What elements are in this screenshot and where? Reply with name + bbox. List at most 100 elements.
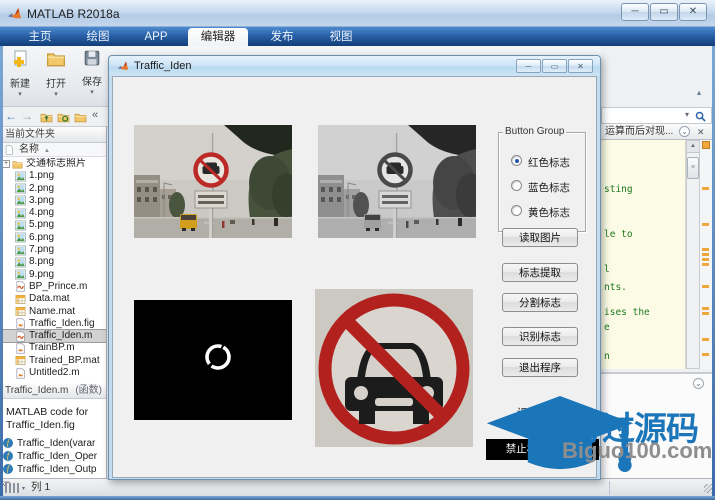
list-item[interactable]: Untitled2.m xyxy=(0,367,106,379)
analyzer-marker[interactable] xyxy=(702,285,709,288)
analyzer-marker[interactable] xyxy=(702,312,709,315)
radio-icon[interactable] xyxy=(511,180,522,191)
list-item[interactable]: Name.mat xyxy=(0,306,106,318)
analyzer-marker[interactable] xyxy=(702,307,709,310)
list-item[interactable]: BP_Prince.m xyxy=(0,281,106,293)
list-item[interactable]: + 交通标志照片 xyxy=(0,158,106,170)
segment-sign-button[interactable]: 分割标志 xyxy=(502,293,578,312)
command-panel[interactable]: ⌄ xyxy=(601,372,712,478)
function-list-item[interactable]: f Traffic_Iden_Oper xyxy=(0,450,106,463)
image-file-icon xyxy=(15,220,26,231)
tab-view[interactable]: 视图 xyxy=(316,28,366,46)
list-item[interactable]: Traffic_Iden.fig xyxy=(0,318,106,330)
list-item[interactable]: 9.png xyxy=(0,269,106,281)
tab-publish[interactable]: 发布 xyxy=(254,28,310,46)
back-icon[interactable]: ← xyxy=(5,109,17,123)
statusbar: ▾ 行 1 列 1 xyxy=(0,478,715,496)
save-disk-icon xyxy=(84,50,100,66)
list-item[interactable]: 4.png xyxy=(0,207,106,219)
tab-plots[interactable]: 绘图 xyxy=(72,28,124,46)
dialog-maximize-button[interactable]: ▭ xyxy=(542,59,567,73)
list-item[interactable]: Trained_BP.mat xyxy=(0,355,106,367)
expand-icon[interactable]: + xyxy=(2,160,10,168)
list-item[interactable]: 7.png xyxy=(0,244,106,256)
editor-scrollbar[interactable]: ▲ ≡ xyxy=(686,140,700,369)
panel-menu-icon[interactable]: ⌄ xyxy=(693,378,704,389)
cursor-position: 行 1 列 1 xyxy=(0,481,51,493)
save-button[interactable]: 保存 ▾ xyxy=(76,49,108,96)
list-item[interactable]: 3.png xyxy=(0,195,106,207)
grayscale-image-axes xyxy=(318,125,476,238)
name-column-header[interactable]: 名称 ▲ xyxy=(0,143,106,158)
search-folder-icon[interactable] xyxy=(57,111,70,124)
dialog-minimize-button[interactable]: ─ xyxy=(516,59,541,73)
close-button[interactable]: ✕ xyxy=(679,3,707,21)
open-folder-icon xyxy=(46,49,66,69)
maximize-button[interactable]: ▭ xyxy=(650,3,678,21)
forward-icon[interactable]: → xyxy=(21,109,33,123)
breadcrumb-overflow-icon[interactable]: « xyxy=(92,109,98,121)
analyzer-marker[interactable] xyxy=(702,353,709,356)
mfile-icon xyxy=(15,331,26,342)
tab-home[interactable]: 主页 xyxy=(14,28,66,46)
function-list-item[interactable]: f Traffic_Iden_Outp xyxy=(0,463,106,476)
breadcrumb-folder-icon[interactable] xyxy=(74,111,87,124)
layout-columns-icon[interactable] xyxy=(5,483,19,493)
search-icon[interactable] xyxy=(695,111,706,122)
editor-doc-tab[interactable]: 运算而后对现... ⌄ ✕ xyxy=(601,124,712,140)
image-file-icon xyxy=(15,232,26,243)
extract-sign-button[interactable]: 标志提取 xyxy=(502,263,578,282)
analyzer-status-icon[interactable] xyxy=(702,141,710,149)
analyzer-marker[interactable] xyxy=(702,248,709,251)
analyzer-marker[interactable] xyxy=(702,223,709,226)
analyzer-marker[interactable] xyxy=(702,187,709,190)
collapse-ribbon-icon[interactable]: ▴ xyxy=(697,88,701,97)
matlab-logo-icon xyxy=(7,6,22,21)
list-item-selected[interactable]: Traffic_Iden.m xyxy=(0,329,106,344)
list-item[interactable]: 6.png xyxy=(0,232,106,244)
analyzer-marker[interactable] xyxy=(702,258,709,261)
tab-apps[interactable]: APP xyxy=(130,28,182,46)
details-line1: MATLAB code for xyxy=(6,406,89,418)
editor-code-area[interactable]: sting le to l nts. ises the e n xyxy=(601,140,686,369)
radio-icon[interactable] xyxy=(511,205,522,216)
analyzer-marker[interactable] xyxy=(702,263,709,266)
list-item[interactable]: Data.mat xyxy=(0,293,106,305)
analyzer-marker[interactable] xyxy=(702,338,709,341)
function-list-item[interactable]: f Traffic_Iden(varar xyxy=(0,437,106,450)
scrollbar-thumb[interactable]: ≡ xyxy=(687,157,699,179)
sort-asc-icon[interactable]: ▲ xyxy=(44,144,50,158)
new-button[interactable]: 新建 ▾ xyxy=(4,49,36,98)
current-folder-header[interactable]: 当前文件夹 xyxy=(0,127,106,143)
analyzer-marker[interactable] xyxy=(702,253,709,256)
minimize-button[interactable]: ─ xyxy=(621,3,649,21)
window-titlebar[interactable]: MATLAB R2018a ─ ▭ ✕ xyxy=(0,0,715,27)
list-item[interactable]: 2.png xyxy=(0,183,106,195)
file-list: + 交通标志照片 1.png 2.png 3.png 4.png 5.png 6… xyxy=(0,158,106,379)
image-file-icon xyxy=(15,208,26,219)
recognize-sign-button[interactable]: 识别标志 xyxy=(502,327,578,346)
scroll-up-icon[interactable]: ▲ xyxy=(687,141,699,153)
dialog-close-button[interactable]: ✕ xyxy=(568,59,593,73)
doc-tab-menu-icon[interactable]: ⌄ xyxy=(679,126,690,137)
list-item[interactable]: TrainBP.m xyxy=(0,342,106,354)
ribbon-tabbar: 主页 绘图 APP 编辑器 发布 视图 ▥ ✂ ▣ ▨ ↶ ↷ ⊞ ? ▾ 登录 xyxy=(0,27,715,75)
dialog-titlebar[interactable]: Traffic_Iden ─ ▭ ✕ xyxy=(109,56,600,76)
up-folder-icon[interactable] xyxy=(40,111,53,124)
list-item[interactable]: 1.png xyxy=(0,170,106,182)
dropdown-icon[interactable]: ▾ xyxy=(22,485,25,492)
color-button-group: Button Group 红色标志 蓝色标志 黄色标志 xyxy=(498,126,586,232)
dropdown-icon[interactable]: ▾ xyxy=(685,110,689,119)
editor-search-row: ▾ xyxy=(601,107,712,124)
list-item[interactable]: 5.png xyxy=(0,219,106,231)
radio-icon[interactable] xyxy=(511,155,522,166)
exit-program-button[interactable]: 退出程序 xyxy=(502,358,578,377)
list-item[interactable]: 8.png xyxy=(0,256,106,268)
close-doc-icon[interactable]: ✕ xyxy=(697,124,705,140)
image-file-icon xyxy=(15,257,26,268)
tab-editor[interactable]: 编辑器 xyxy=(188,28,248,46)
read-image-button[interactable]: 读取图片 xyxy=(502,228,578,247)
details-header[interactable]: Traffic_Iden.m (函数) xyxy=(0,383,106,399)
open-button[interactable]: 打开 ▾ xyxy=(40,49,72,98)
dialog-title: Traffic_Iden xyxy=(134,60,192,72)
